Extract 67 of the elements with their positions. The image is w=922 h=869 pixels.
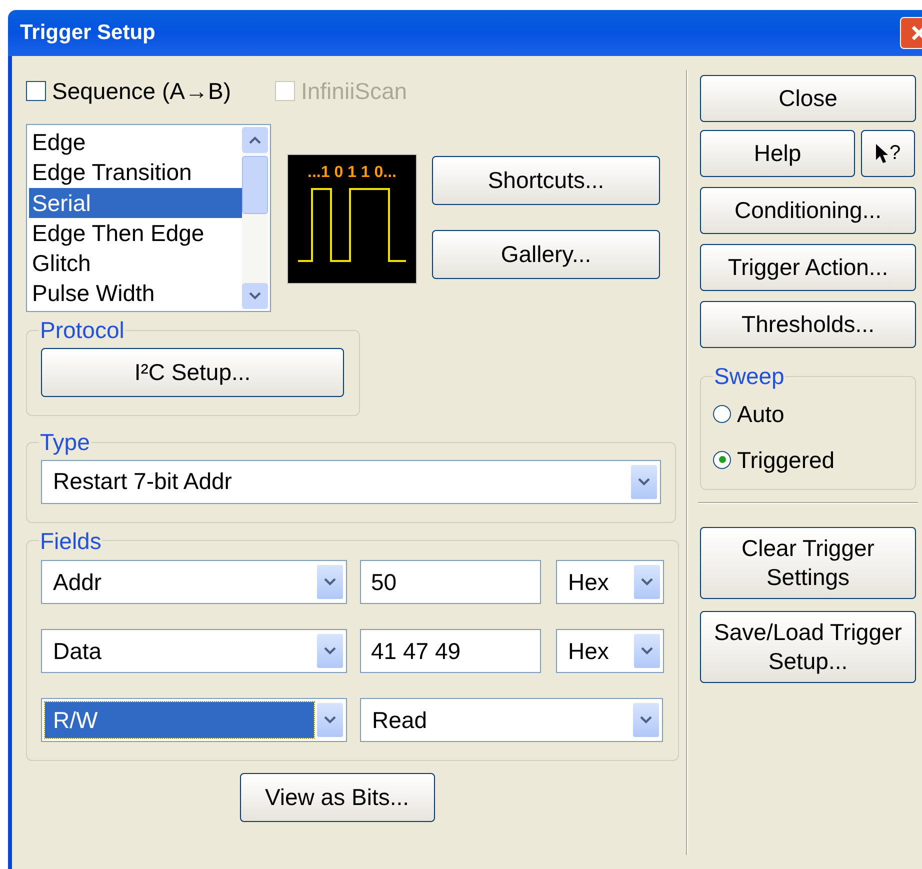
dropdown[interactable]: Restart 7-bit Addr [41,460,661,504]
sequence-label[interactable]: Sequence (A→B) [52,74,231,108]
view-bits-button[interactable]: View as Bits... [240,773,434,822]
dropdown[interactable]: R/W [41,698,347,742]
group-title: Sweep [713,362,786,391]
dropdown-button[interactable] [634,565,660,600]
list-item[interactable]: Edge [29,127,242,158]
list-item[interactable]: Edge Transition [29,157,242,188]
dropdown-value: Hex [567,568,610,597]
group-title: Type [39,428,91,456]
setup-button[interactable]: I²C Setup... [41,348,344,397]
radio-button[interactable] [713,404,731,423]
radio-button[interactable] [713,450,731,469]
dropdown-value: Read [371,706,428,735]
chevron-down-icon [324,716,336,724]
dropdown-value: Hex [567,637,610,666]
chevron-down-icon [324,578,336,586]
chevron-up-icon [249,136,261,144]
dialog-button[interactable]: Gallery... [432,230,660,279]
whats-this-button[interactable]: ? [861,130,915,177]
chevron-down-icon [641,647,653,656]
scroll-thumb[interactable] [242,156,268,214]
list-item[interactable]: Edge Then Edge [29,218,242,248]
chevron-down-icon [324,647,336,656]
chevron-down-icon [638,478,650,486]
value-field[interactable]: 41 47 49 [360,629,541,674]
dropdown-value: Restart 7-bit Addr [52,467,233,496]
scroll-down-button[interactable] [242,283,268,309]
scrollbar[interactable] [242,127,268,309]
scroll-up-button[interactable] [242,127,268,153]
dropdown-button[interactable] [317,565,343,600]
list-item[interactable]: Serial [29,188,242,218]
dialog-button[interactable]: Thresholds... [700,301,916,348]
dropdown[interactable]: Read [360,698,663,742]
pointer-icon [875,142,890,164]
checkbox[interactable] [26,81,46,101]
group-title: Fields [39,526,102,556]
dropdown[interactable]: Data [41,629,347,674]
dialog-button[interactable]: Trigger Action... [700,244,916,291]
dropdown-value: Data [52,637,103,666]
close-dialog-button[interactable]: Close [700,75,916,122]
dialog-button[interactable]: Save/Load Trigger Setup... [700,610,916,683]
radio-label[interactable]: Triggered [737,442,835,477]
dropdown-button[interactable] [631,464,657,498]
dropdown-button[interactable] [634,634,660,668]
list-item[interactable]: Pulse Width [29,278,242,309]
dropdown-value: R/W [45,702,314,738]
group-title: Protocol [39,316,126,345]
chevron-down-icon [640,716,652,724]
dialog-button[interactable]: Shortcuts... [432,156,660,205]
dropdown-button[interactable] [317,634,343,668]
chevron-down-icon [249,292,261,300]
dialog-button[interactable]: Conditioning... [700,187,916,234]
help-button[interactable]: Help [700,130,855,177]
dropdown[interactable]: Hex [556,629,664,674]
radio-label[interactable]: Auto [737,396,784,431]
dropdown-value: Addr [52,568,103,597]
dropdown-button[interactable] [317,703,343,738]
dialog-button[interactable]: Clear Trigger Settings [700,526,916,599]
chevron-down-icon [641,578,653,586]
bit-sequence: ...1 0 1 1 0... [308,165,396,181]
dropdown[interactable]: Hex [556,560,664,604]
list-item[interactable]: Glitch [29,248,242,278]
window-title: Trigger Setup [20,20,156,46]
value-field[interactable]: 50 [360,560,541,604]
dropdown-button[interactable] [633,703,659,738]
dropdown[interactable]: Addr [41,560,347,604]
